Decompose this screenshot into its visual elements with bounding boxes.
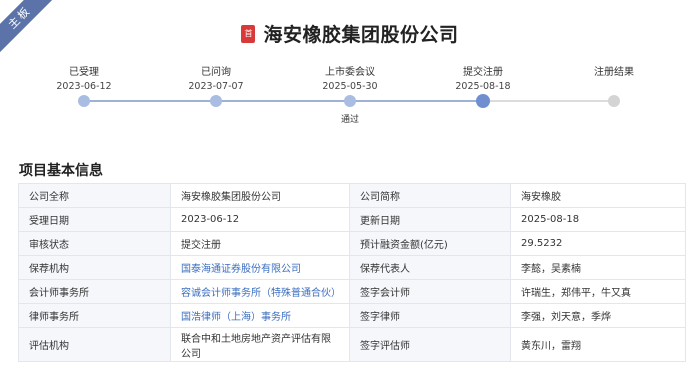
field-value: 提交注册: [170, 231, 350, 256]
field-value: 2023-06-12: [170, 207, 350, 232]
timeline-step-dot: [78, 95, 90, 107]
company-badge-icon: 首: [241, 24, 256, 43]
field-value: 国泰海通证券股份有限公司: [170, 255, 350, 280]
field-value: 李懿，吴素楠: [510, 255, 686, 280]
field-label: 预计融资金额(亿元): [349, 231, 511, 256]
field-label: 评估机构: [18, 327, 171, 362]
timeline-step-dot: [608, 95, 620, 107]
field-label: 保荐代表人: [349, 255, 511, 280]
field-label: 会计师事务所: [18, 279, 171, 304]
timeline-step-label: 已受理: [69, 67, 99, 78]
table-row: 保荐机构 国泰海通证券股份有限公司 保荐代表人 李懿，吴素楠: [18, 255, 686, 280]
timeline-step: 提交注册 2025-08-18: [433, 66, 533, 108]
field-value-link[interactable]: 国浩律师（上海）事务所: [181, 312, 291, 323]
table-row: 审核状态 提交注册 预计融资金额(亿元) 29.5232: [18, 231, 686, 256]
timeline-step-label: 提交注册: [463, 67, 503, 78]
field-value: 2025-08-18: [510, 207, 686, 232]
field-label: 律师事务所: [18, 303, 171, 328]
timeline-step: 已受理 2023-06-12: [34, 66, 134, 107]
timeline-step-date: 2025-05-30: [322, 81, 378, 92]
timeline-step: 注册结果: [564, 66, 664, 107]
field-label: 签字律师: [349, 303, 511, 328]
field-value: 海安橡胶: [510, 183, 686, 208]
field-label: 公司简称: [349, 183, 511, 208]
timeline-track-progress: [84, 100, 483, 102]
field-value: 29.5232: [510, 231, 686, 256]
field-value: 容诚会计师事务所（特殊普通合伙）: [170, 279, 350, 304]
field-value: 黄东川，雷翔: [510, 327, 686, 362]
timeline-step-dot: [210, 95, 222, 107]
table-row: 会计师事务所 容诚会计师事务所（特殊普通合伙） 签字会计师 许瑞生，郑伟平，牛又真: [18, 279, 686, 304]
page-header: 首 海安橡胶集团股份公司: [0, 20, 700, 47]
section-title: 项目基本信息: [19, 163, 103, 179]
field-value-link[interactable]: 容诚会计师事务所（特殊普通合伙）: [181, 288, 341, 299]
timeline-step-dot: [476, 94, 490, 108]
field-label: 保荐机构: [18, 255, 171, 280]
timeline-step-date: [564, 80, 664, 94]
field-value: 国浩律师（上海）事务所: [170, 303, 350, 328]
timeline-step-label: 注册结果: [594, 67, 634, 78]
info-table: 公司全称 海安橡胶集团股份公司 公司简称 海安橡胶 受理日期 2023-06-12 更新日期…: [18, 183, 686, 362]
field-value: 联合中和土地房地产资产评估有限公司: [170, 327, 350, 362]
timeline-step-date: 2023-06-12: [56, 81, 112, 92]
field-label: 受理日期: [18, 207, 171, 232]
timeline-step-date: 2025-08-18: [455, 81, 511, 92]
field-value-link[interactable]: 国泰海通证券股份有限公司: [181, 264, 301, 275]
field-label: 公司全称: [18, 183, 171, 208]
field-value: 许瑞生，郑伟平，牛又真: [510, 279, 686, 304]
title-row: 首 海安橡胶集团股份公司: [241, 20, 458, 47]
table-row: 受理日期 2023-06-12 更新日期 2025-08-18: [18, 207, 686, 232]
field-label: 更新日期: [349, 207, 511, 232]
timeline-step: 已问询 2023-07-07: [166, 66, 266, 107]
progress-timeline: 已受理 2023-06-12 已问询 2023-07-07 上市委会议 2025-05-3…: [0, 66, 700, 136]
timeline-step-dot: [344, 95, 356, 107]
timeline-step-label: 已问询: [201, 67, 231, 78]
field-value: 海安橡胶集团股份公司: [170, 183, 350, 208]
field-label: 签字评估师: [349, 327, 511, 362]
field-label: 审核状态: [18, 231, 171, 256]
table-row: 公司全称 海安橡胶集团股份公司 公司简称 海安橡胶: [18, 183, 686, 208]
timeline-step-date: 2023-07-07: [188, 81, 244, 92]
table-row: 评估机构 联合中和土地房地产资产评估有限公司 签字评估师 黄东川，雷翔: [18, 327, 686, 362]
table-row: 律师事务所 国浩律师（上海）事务所 签字律师 李强，刘天意，季烨: [18, 303, 686, 328]
page-title: 海安橡胶集团股份公司: [263, 24, 459, 46]
timeline-step-note: 通过: [340, 115, 359, 125]
field-label: 签字会计师: [349, 279, 511, 304]
timeline-step-label: 上市委会议: [325, 67, 375, 78]
timeline-step: 上市委会议 2025-05-30 通过: [300, 66, 400, 125]
field-value: 李强，刘天意，季烨: [510, 303, 686, 328]
